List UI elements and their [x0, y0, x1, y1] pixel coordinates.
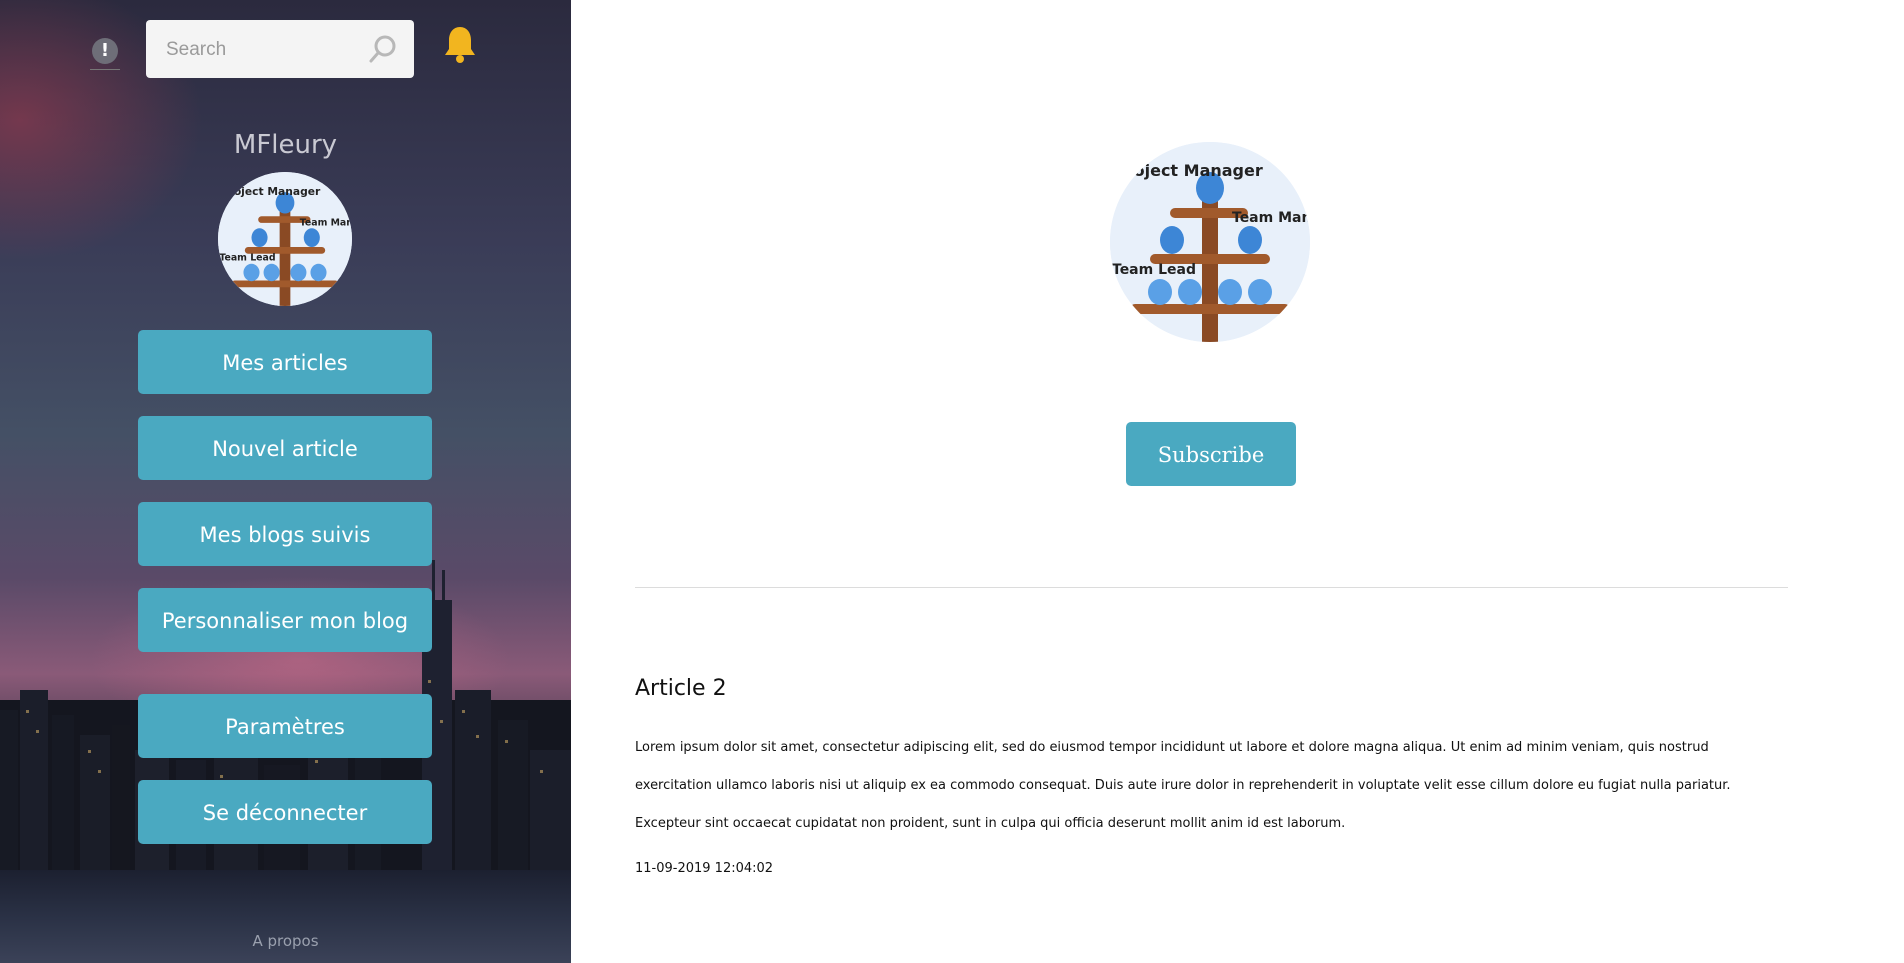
- blog-avatar-label-project-manager: Project Manager: [1114, 161, 1263, 180]
- alert-icon[interactable]: !: [92, 38, 118, 64]
- article-title: Article 2: [635, 676, 727, 701]
- avatar-image: Project Manager Team Manager Team Lead: [218, 172, 352, 306]
- customize-blog-button[interactable]: Personnaliser mon blog: [138, 588, 432, 652]
- new-article-button[interactable]: Nouvel article: [138, 416, 432, 480]
- followed-blogs-button[interactable]: Mes blogs suivis: [138, 502, 432, 566]
- notification-bell-icon[interactable]: [442, 24, 478, 64]
- username: MFleury: [233, 130, 338, 160]
- settings-button[interactable]: Paramètres: [138, 694, 432, 758]
- sidebar: ! MFleury Project Manager Team Manag: [0, 0, 571, 963]
- article-body: Lorem ipsum dolor sit amet, consectetur …: [635, 740, 1731, 831]
- search-box: [146, 20, 414, 80]
- blog-avatar-label-team-manager: Team Manager: [1232, 210, 1310, 226]
- subscribe-button[interactable]: Subscribe: [1126, 422, 1296, 486]
- alert-icon-underline: [90, 69, 120, 70]
- search-icon[interactable]: [368, 34, 398, 64]
- search-input[interactable]: [164, 20, 368, 80]
- divider: [635, 587, 1788, 588]
- avatar: Project Manager Team Manager Team Lead: [218, 172, 352, 306]
- about-link[interactable]: A propos: [0, 932, 571, 950]
- logout-button[interactable]: Se déconnecter: [138, 780, 432, 844]
- avatar-label-team-lead: Team Lead: [219, 252, 275, 263]
- article-date: 11-09-2019 12:04:02: [635, 861, 774, 876]
- blog-avatar-label-team-lead: Team Lead: [1112, 262, 1196, 278]
- main-content: Project Manager Team Manager Team Lead S…: [571, 0, 1904, 963]
- blog-avatar: Project Manager Team Manager Team Lead: [1110, 142, 1310, 342]
- blog-avatar-image: Project Manager Team Manager Team Lead: [1110, 142, 1310, 342]
- avatar-label-team-manager: Team Manager: [300, 218, 352, 229]
- my-articles-button[interactable]: Mes articles: [138, 330, 432, 394]
